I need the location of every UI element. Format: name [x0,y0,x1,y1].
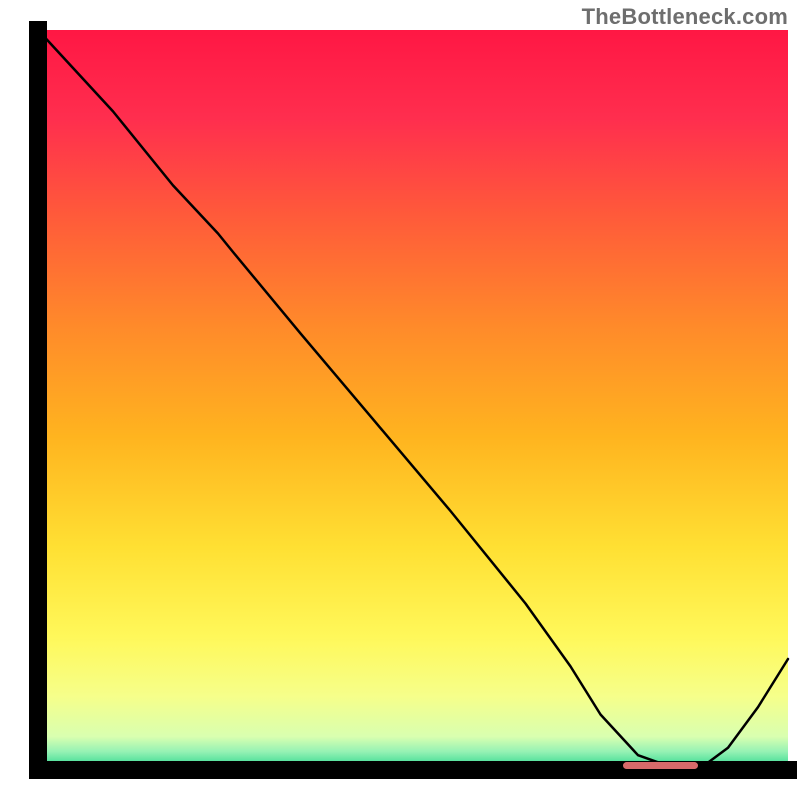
plot-background [38,30,788,770]
optimal-band-marker [623,762,698,769]
bottleneck-curve-chart: TheBottleneck.com [0,0,800,800]
watermark-text: TheBottleneck.com [582,4,788,30]
chart-canvas [0,0,800,800]
